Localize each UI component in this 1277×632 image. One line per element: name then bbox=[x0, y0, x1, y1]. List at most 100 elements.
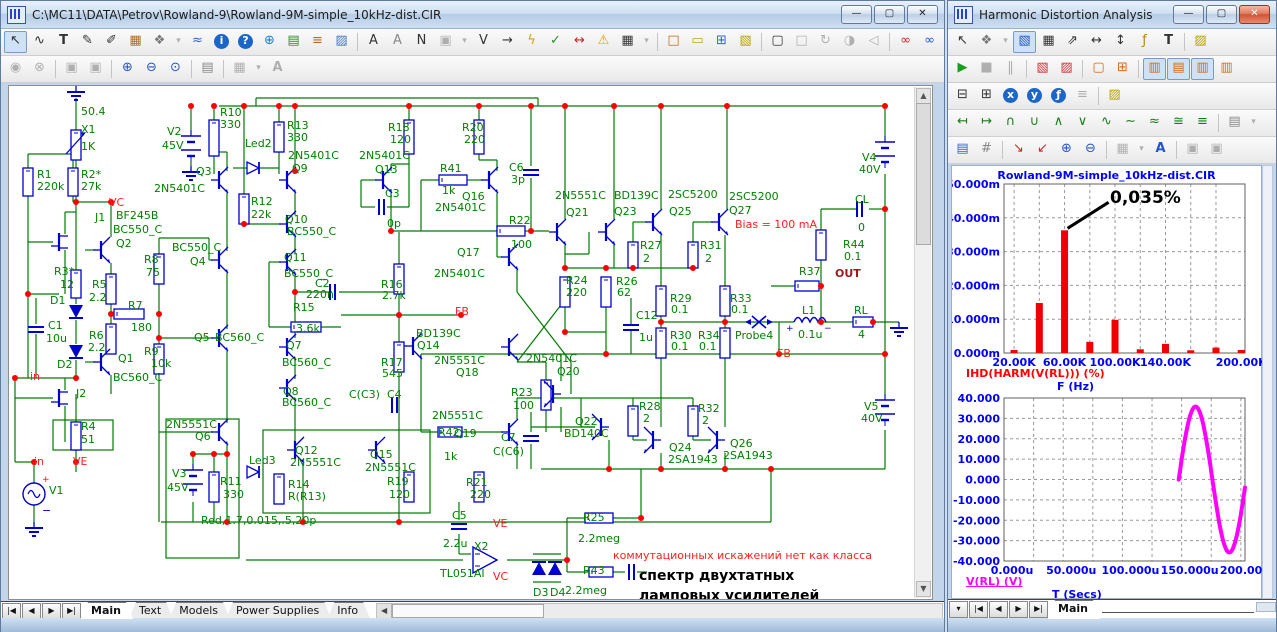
font-icon[interactable]: A bbox=[1149, 139, 1172, 161]
horizontal-grids-icon[interactable]: ▤ bbox=[1167, 58, 1190, 80]
find-icon[interactable]: ∞ bbox=[894, 31, 917, 53]
high-icon[interactable]: ∧ bbox=[1047, 112, 1070, 134]
scroll-up-icon[interactable]: ▲ bbox=[916, 88, 931, 104]
plot-tab-main[interactable]: Main bbox=[1048, 600, 1100, 619]
reroute-nets-icon[interactable]: ⊞ bbox=[710, 31, 733, 53]
scroll-dropdown-button[interactable]: ▾ bbox=[949, 601, 968, 618]
grid-icon[interactable]: ▦ bbox=[616, 31, 639, 53]
tile-icon[interactable]: ▣ bbox=[1205, 139, 1228, 161]
last-page-button[interactable]: ▶| bbox=[1029, 601, 1048, 618]
waveform-chart[interactable]: 40.000 30.000 20.000 10.000 0.000 -10.000 -20.… bbox=[952, 394, 1263, 574]
page-tab-text[interactable]: Text bbox=[129, 602, 173, 619]
page-tab-main[interactable]: Main bbox=[81, 602, 133, 619]
view-dropdown-icon[interactable]: ▾ bbox=[1135, 139, 1148, 161]
minimize-button[interactable]: — bbox=[841, 5, 872, 24]
x-axis-settings-icon[interactable]: x bbox=[999, 85, 1022, 107]
shapes-icon[interactable]: ❖ bbox=[975, 31, 998, 53]
copy-icon[interactable]: ▣ bbox=[434, 31, 457, 53]
find-part-icon[interactable]: ▦ bbox=[124, 31, 147, 53]
page-tab-models[interactable]: Models bbox=[169, 602, 230, 619]
check-models-icon[interactable]: ▤ bbox=[282, 31, 305, 53]
prev-page-button[interactable]: ◀ bbox=[989, 601, 1008, 618]
trackers-icon[interactable]: ⊟ bbox=[951, 85, 974, 107]
split-view-icon[interactable]: ▦ bbox=[228, 58, 251, 80]
scroll-down-icon[interactable]: ▼ bbox=[916, 581, 931, 597]
flip-icon[interactable]: ◁ bbox=[862, 31, 885, 53]
shapes-icon[interactable]: ❖ bbox=[148, 31, 171, 53]
vertical-tag-icon[interactable]: ↕ bbox=[1109, 31, 1132, 53]
valley-icon[interactable]: ∪ bbox=[1023, 112, 1046, 134]
show-node-names-icon[interactable]: N bbox=[410, 31, 433, 53]
bring-to-front-icon[interactable]: ▣ bbox=[60, 58, 83, 80]
font-icon[interactable]: A bbox=[266, 58, 289, 80]
ruler-icon[interactable]: ▢ bbox=[1087, 58, 1110, 80]
stop-icon[interactable]: ⊗ bbox=[28, 58, 51, 80]
data-points-icon[interactable]: ▧ bbox=[1031, 58, 1054, 80]
point-tag-icon[interactable]: ⇗ bbox=[1061, 31, 1084, 53]
run-icon[interactable]: ▶ bbox=[951, 58, 974, 80]
copy-waveform-icon[interactable]: ▤ bbox=[1223, 112, 1246, 134]
rotate-icon[interactable]: ↻ bbox=[814, 31, 837, 53]
cursor-cross-icon[interactable]: ⊞ bbox=[975, 85, 998, 107]
auto-scale-y-icon[interactable]: ↙ bbox=[1031, 139, 1054, 161]
help-icon[interactable]: ? bbox=[234, 31, 257, 53]
edit-analysis-icon[interactable]: ▨ bbox=[1103, 85, 1126, 107]
close-button[interactable]: ✕ bbox=[907, 5, 938, 24]
harmonic-bar-chart[interactable]: 50.000m40.000m30.000m20.000m10.000m0.000… bbox=[952, 166, 1263, 394]
zoom-out-icon[interactable]: ⊖ bbox=[140, 58, 163, 80]
info-icon[interactable]: i bbox=[210, 31, 233, 53]
go-left-cursor-icon[interactable]: ↤ bbox=[951, 112, 974, 134]
show-voltages-icon[interactable]: V bbox=[472, 31, 495, 53]
select-box-icon[interactable]: □ bbox=[790, 31, 813, 53]
step-back-icon[interactable]: ◉ bbox=[4, 58, 27, 80]
vscroll-thumb[interactable] bbox=[916, 103, 931, 245]
zoom-100-icon[interactable]: ⊙ bbox=[164, 58, 187, 80]
send-to-back-icon[interactable]: ▣ bbox=[84, 58, 107, 80]
performance-tag-icon[interactable]: ƒ bbox=[1133, 31, 1156, 53]
show-conditions-icon[interactable]: ✓ bbox=[544, 31, 567, 53]
show-grid-text-icon[interactable]: A bbox=[386, 31, 409, 53]
page-tab-power-supplies[interactable]: Power Supplies bbox=[226, 602, 331, 619]
next-page-button[interactable]: ▶ bbox=[1009, 601, 1028, 618]
envelope-icon[interactable]: ≡ bbox=[1191, 112, 1214, 134]
y-axis-settings-icon[interactable]: y bbox=[1023, 85, 1046, 107]
select-area-icon[interactable]: ▢ bbox=[766, 31, 789, 53]
point-to-point-icon[interactable]: ↔ bbox=[568, 31, 591, 53]
browse-web-icon[interactable]: ⊕ bbox=[258, 31, 281, 53]
zoom-in-icon[interactable]: ⊕ bbox=[1055, 139, 1078, 161]
more-dropdown-icon[interactable]: ▾ bbox=[458, 31, 471, 53]
top-icon[interactable]: ∼ bbox=[1119, 112, 1142, 134]
format-lines-icon[interactable]: ≡ bbox=[306, 31, 329, 53]
peak-icon[interactable]: ∩ bbox=[999, 112, 1022, 134]
analysis-titlebar[interactable]: Harmonic Distortion Analysis — ▢ ✕ bbox=[948, 1, 1276, 29]
restore-button[interactable]: ▢ bbox=[874, 5, 905, 24]
plot-area[interactable]: Rowland-9M-simple_10kHz-dist.CIR 50.000m… bbox=[951, 165, 1263, 601]
annotate-icon[interactable]: ≈ bbox=[186, 31, 209, 53]
tokens-icon[interactable]: ▨ bbox=[1055, 58, 1078, 80]
warning-icon[interactable]: ⚠ bbox=[592, 31, 615, 53]
hscroll-thumb[interactable] bbox=[392, 604, 545, 618]
scale-mode-icon[interactable]: ▧ bbox=[1013, 31, 1036, 53]
copy-dropdown-icon[interactable]: ▾ bbox=[1247, 112, 1260, 134]
stop-icon[interactable]: ■ bbox=[975, 58, 998, 80]
inflection-icon[interactable]: ∿ bbox=[1095, 112, 1118, 134]
select-icon[interactable]: ↖ bbox=[951, 31, 974, 53]
vertical-axis-grids-icon[interactable]: ▥ bbox=[1191, 58, 1214, 80]
show-power-icon[interactable]: ϟ bbox=[520, 31, 543, 53]
first-page-button[interactable]: |◀ bbox=[969, 601, 988, 618]
bottom-icon[interactable]: ≈ bbox=[1143, 112, 1166, 134]
show-attribute-text-icon[interactable]: A bbox=[362, 31, 385, 53]
zoom-in-icon[interactable]: ⊕ bbox=[116, 58, 139, 80]
zoom-menu-icon[interactable]: ≡ bbox=[1071, 85, 1094, 107]
restore-button[interactable]: ▢ bbox=[1206, 5, 1237, 24]
properties-icon[interactable]: ▧ bbox=[734, 31, 757, 53]
page-icon[interactable]: ▭ bbox=[686, 31, 709, 53]
properties-icon[interactable]: ▨ bbox=[1189, 31, 1212, 53]
all-curves-icon[interactable]: ≅ bbox=[1167, 112, 1190, 134]
schematic-canvas[interactable]: + − + − 50.4 X1 1K R1 220k R2* 27k VC J1 BF245B BC550… bbox=[8, 85, 933, 600]
split-dropdown-icon[interactable]: ▾ bbox=[252, 58, 265, 80]
data-grid-icon[interactable]: ⊞ bbox=[1111, 58, 1134, 80]
view-grid-icon[interactable]: ▦ bbox=[1111, 139, 1134, 161]
watch-values-icon[interactable]: # bbox=[975, 139, 998, 161]
mirror-icon[interactable]: ◑ bbox=[838, 31, 861, 53]
